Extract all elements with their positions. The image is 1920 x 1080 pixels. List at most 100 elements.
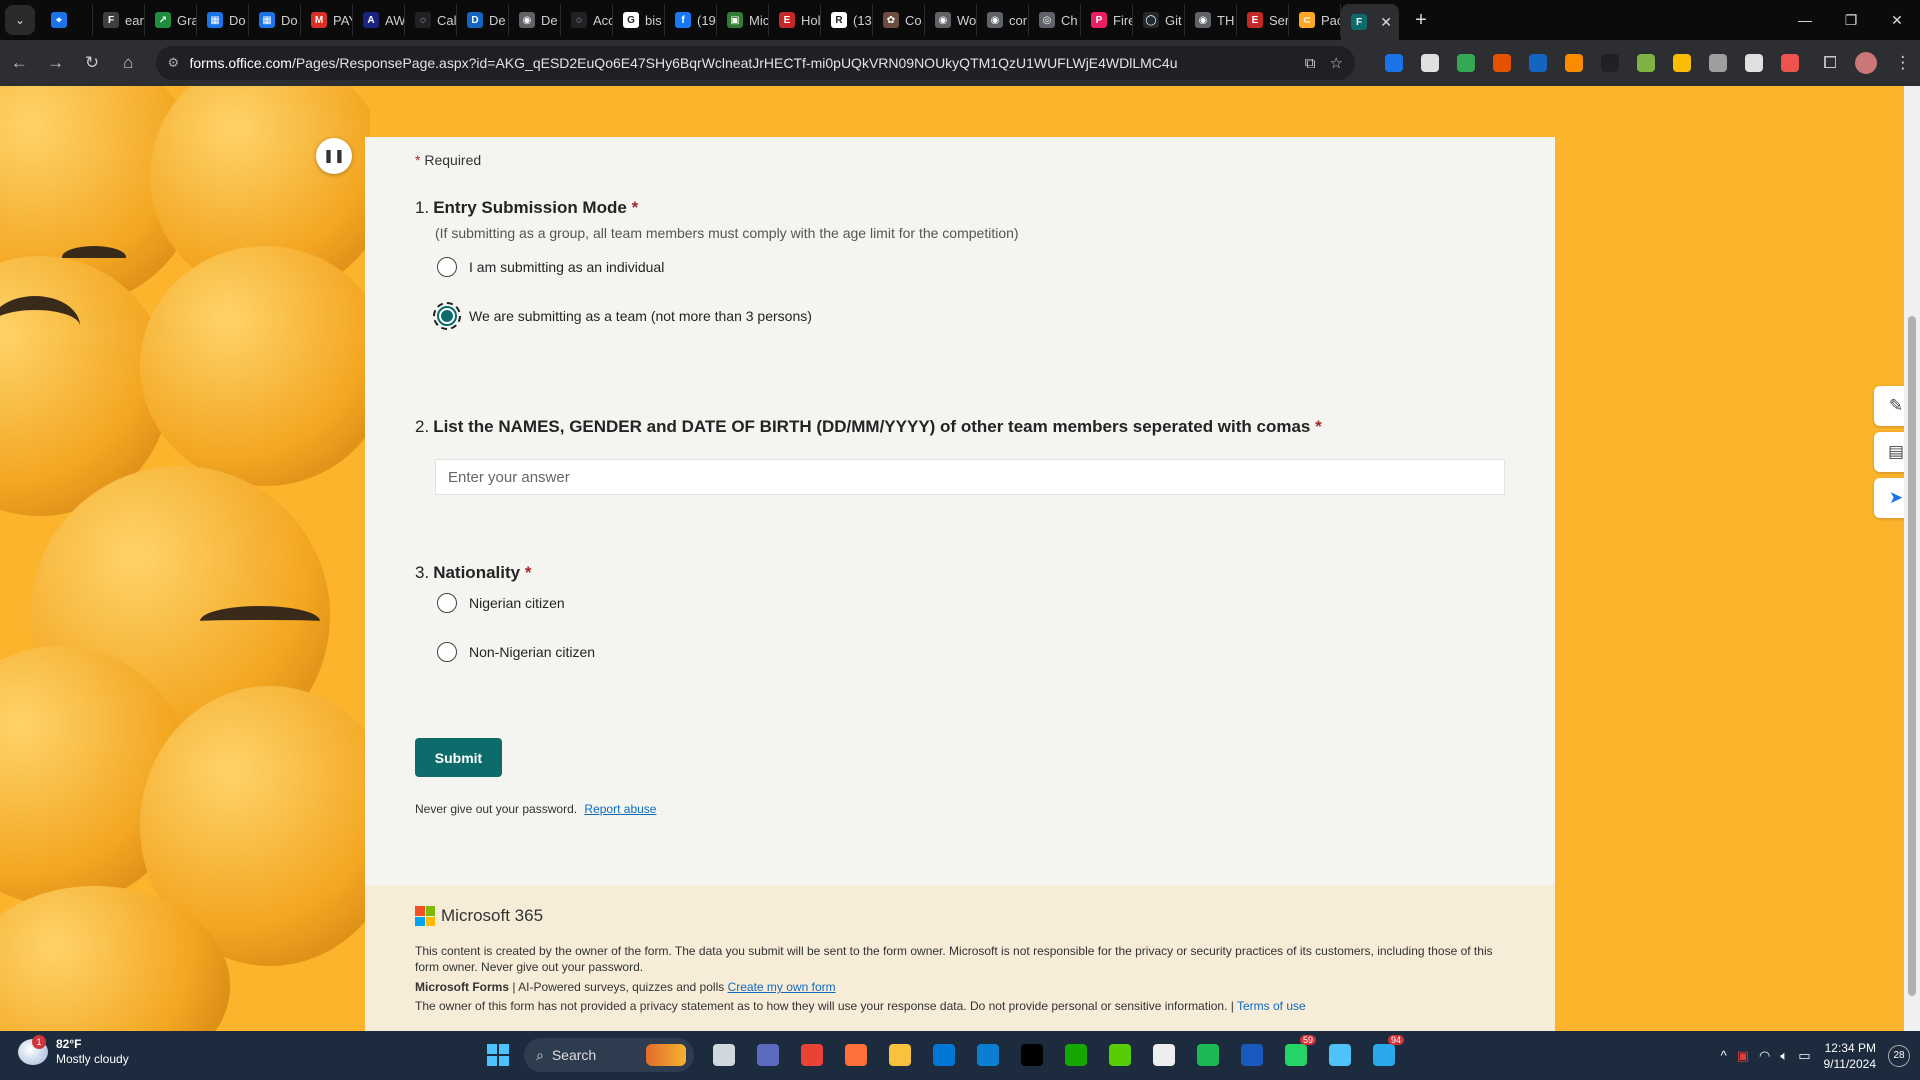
wifi-icon[interactable]: ◠ <box>1759 1048 1770 1064</box>
browser-tab[interactable]: ▣ Mic <box>717 4 769 36</box>
browser-tab[interactable]: E Ser <box>1237 4 1289 36</box>
spotify-taskbar-icon[interactable] <box>1190 1037 1226 1073</box>
windows-start-icon[interactable] <box>480 1037 516 1073</box>
radio-button[interactable] <box>437 593 457 613</box>
notepad-taskbar-icon[interactable] <box>1322 1037 1358 1073</box>
x-taskbar-icon[interactable] <box>1014 1037 1050 1073</box>
upwork-taskbar-icon[interactable] <box>1058 1037 1094 1073</box>
extension-icon[interactable] <box>1379 48 1409 78</box>
close-tab-icon[interactable]: ✕ <box>1380 14 1392 31</box>
browser-tab[interactable]: Gbis <box>613 4 665 36</box>
extension-icon[interactable] <box>1451 48 1481 78</box>
window-close-icon[interactable]: ✕ <box>1874 0 1920 40</box>
answer-text-input[interactable] <box>435 459 1505 495</box>
tab-active-forms[interactable]: F ✕ <box>1341 4 1399 40</box>
extension-icon[interactable] <box>1739 48 1769 78</box>
tray-app-icon[interactable]: ▣ <box>1737 1048 1749 1064</box>
terms-of-use-link[interactable]: Terms of use <box>1237 999 1306 1013</box>
radio-button[interactable] <box>437 257 457 277</box>
extension-icon[interactable] <box>1703 48 1733 78</box>
radio-button[interactable] <box>437 642 457 662</box>
browser-tab[interactable]: M PAY <box>301 4 353 36</box>
firefox-taskbar-icon[interactable] <box>838 1037 874 1073</box>
volume-icon[interactable]: 🔈︎ <box>1780 1048 1788 1064</box>
browser-tab[interactable]: ◌ Cal <box>405 4 457 36</box>
extension-icon[interactable] <box>1595 48 1625 78</box>
browser-tab[interactable]: ✿ Co <box>873 4 925 36</box>
show-hidden-icons-icon[interactable]: ^ <box>1721 1048 1727 1063</box>
taskbar-search[interactable]: ⌕ Search <box>524 1038 694 1072</box>
extension-icon[interactable] <box>1631 48 1661 78</box>
telegram-taskbar-icon[interactable]: 94 <box>1366 1035 1404 1073</box>
chart-app-taskbar-icon[interactable] <box>1146 1037 1182 1073</box>
tab-search-chevron-icon[interactable]: ⌄ <box>5 5 35 35</box>
submit-button[interactable]: Submit <box>415 738 502 777</box>
browser-tab[interactable]: R (13 <box>821 4 873 36</box>
question-1-option-2[interactable]: We are submitting as a team (not more th… <box>433 302 812 330</box>
new-tab-button[interactable]: + <box>1405 9 1437 32</box>
duolingo-taskbar-icon[interactable] <box>1102 1037 1138 1073</box>
browser-tab[interactable]: ⌖ <box>41 4 93 36</box>
home-icon[interactable]: ⌂ <box>111 45 145 81</box>
extension-icon[interactable] <box>1667 48 1697 78</box>
create-form-link[interactable]: Create my own form <box>728 980 836 994</box>
install-app-icon[interactable]: ⧉ <box>1305 55 1316 72</box>
reload-icon[interactable]: ↻ <box>75 45 109 81</box>
browser-tab[interactable]: ◉ De <box>509 4 561 36</box>
notification-center-badge[interactable]: 28 <box>1888 1044 1910 1067</box>
file-explorer-taskbar-icon[interactable] <box>882 1037 918 1073</box>
restore-icon[interactable]: ❐ <box>1828 0 1874 40</box>
page-scrollbar[interactable] <box>1904 86 1920 1031</box>
report-abuse-link[interactable]: Report abuse <box>584 802 656 816</box>
question-1-option-1[interactable]: I am submitting as an individual <box>437 257 664 277</box>
taskbar-clock[interactable]: 12:34 PM 9/11/2024 <box>1824 1040 1877 1072</box>
whatsapp-taskbar-icon[interactable]: 59 <box>1278 1035 1316 1073</box>
extension-icon[interactable] <box>1559 48 1589 78</box>
browser-tab[interactable]: ◉ TH <box>1185 4 1237 36</box>
browser-tab[interactable]: ↗ Gra <box>145 4 197 36</box>
browser-tab[interactable]: ◉ Wo <box>925 4 977 36</box>
minimize-icon[interactable]: — <box>1782 0 1828 40</box>
scrollbar-thumb[interactable] <box>1908 316 1916 996</box>
browser-tab[interactable]: ◎ Ch <box>1029 4 1081 36</box>
vscode-taskbar-icon[interactable] <box>970 1037 1006 1073</box>
radio-button-selected[interactable] <box>433 302 461 330</box>
store-taskbar-icon[interactable] <box>926 1037 962 1073</box>
privacy-note: The owner of this form has not provided … <box>415 999 1237 1013</box>
browser-menu-icon[interactable]: ⋮ <box>1886 45 1920 81</box>
extensions-puzzle-icon[interactable]: ⧠ <box>1813 45 1847 81</box>
extension-icon[interactable] <box>1415 48 1445 78</box>
profile-avatar[interactable] <box>1849 45 1883 81</box>
browser-tab[interactable]: E Hol <box>769 4 821 36</box>
battery-icon[interactable]: ▭ <box>1798 1048 1810 1064</box>
word-taskbar-icon[interactable] <box>1234 1037 1270 1073</box>
question-3-option-2[interactable]: Non-Nigerian citizen <box>437 642 595 662</box>
site-info-icon[interactable]: ⚙ <box>168 55 190 71</box>
browser-tab[interactable]: ▦ Do <box>197 4 249 36</box>
address-bar[interactable]: ⚙ forms.office.com/Pages/ResponsePage.as… <box>155 46 1355 80</box>
question-3-option-1[interactable]: Nigerian citizen <box>437 593 565 613</box>
browser-tab[interactable]: P Fire <box>1081 4 1133 36</box>
url-text[interactable]: forms.office.com/Pages/ResponsePage.aspx… <box>190 55 1291 71</box>
browser-tab[interactable]: f (19 <box>665 4 717 36</box>
extension-icon[interactable] <box>1487 48 1517 78</box>
weather-widget[interactable]: 1 82°F Mostly cloudy <box>18 1035 129 1067</box>
browser-tab[interactable]: ◯ Git <box>1133 4 1185 36</box>
forms-tagline: | AI-Powered surveys, quizzes and polls <box>509 980 728 994</box>
meet-taskbar-icon[interactable] <box>750 1037 786 1073</box>
bookmark-star-icon[interactable]: ☆ <box>1329 54 1342 72</box>
browser-tab[interactable]: Fear <box>93 4 145 36</box>
task-view-taskbar-icon[interactable] <box>706 1037 742 1073</box>
back-arrow-icon[interactable]: ← <box>2 45 36 81</box>
browser-tab[interactable]: ◉ cor <box>977 4 1029 36</box>
pause-background-button[interactable]: ❚❚ <box>316 138 352 174</box>
browser-tab[interactable]: ⊂ Pac <box>1289 4 1341 36</box>
browser-tab[interactable]: A AW <box>353 4 405 36</box>
extension-icon[interactable] <box>1775 48 1805 78</box>
extension-icon[interactable] <box>1523 48 1553 78</box>
browser-tab[interactable]: ▦ Do <box>249 4 301 36</box>
forward-arrow-icon[interactable]: → <box>38 45 72 81</box>
browser-tab[interactable]: ◌ Acc <box>561 4 613 36</box>
chrome-taskbar-icon[interactable] <box>794 1037 830 1073</box>
browser-tab[interactable]: D De <box>457 4 509 36</box>
